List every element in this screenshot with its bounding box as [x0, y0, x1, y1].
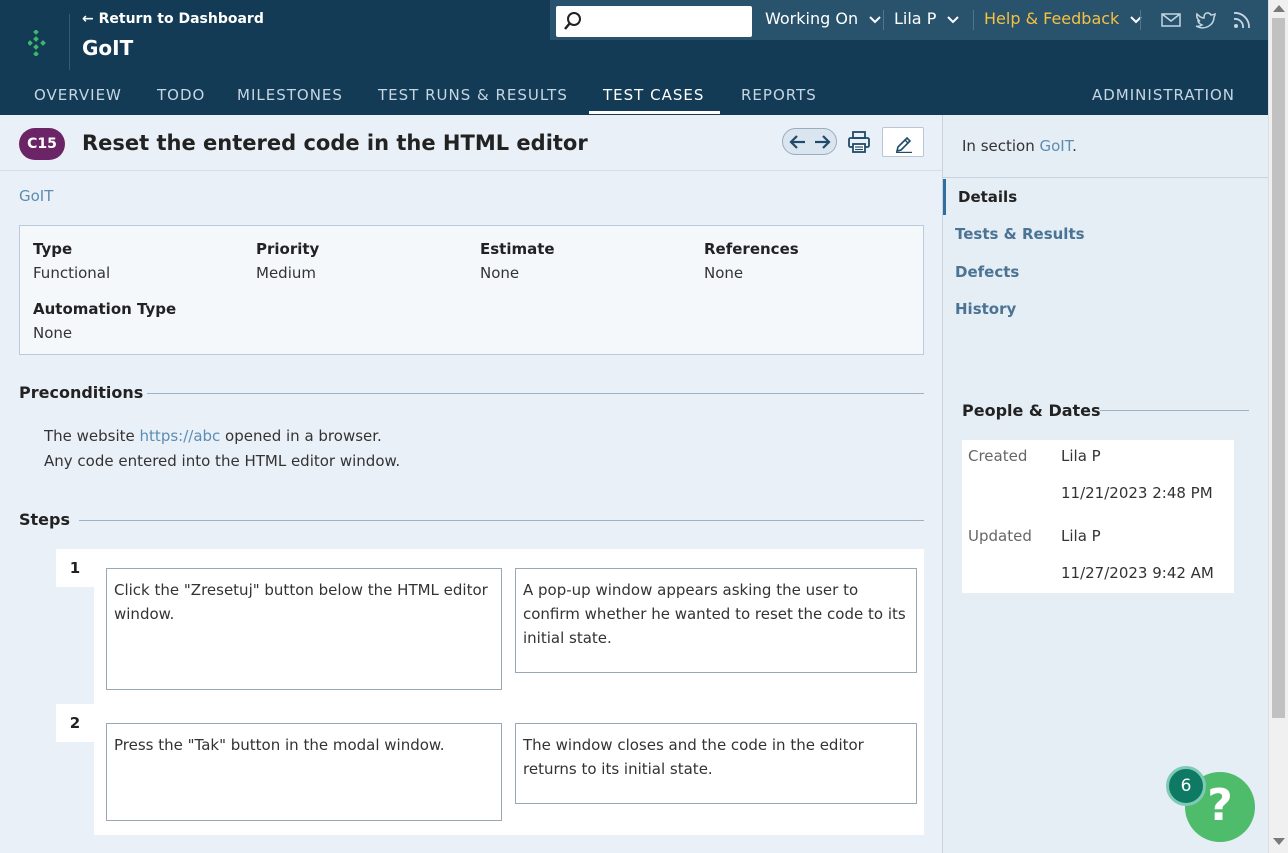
- active-item-indicator: [943, 179, 946, 215]
- search-input[interactable]: [586, 10, 746, 32]
- scroll-up-arrow-icon[interactable]: [1273, 5, 1285, 12]
- priority-label: Priority: [256, 240, 320, 258]
- people-dates-header: People & Dates: [962, 401, 1101, 420]
- main-content: C15 Reset the entered code in the HTML e…: [0, 115, 942, 853]
- type-value: Functional: [33, 264, 111, 282]
- in-section-suffix: .: [1072, 137, 1077, 155]
- preconditions-header: Preconditions: [19, 383, 144, 402]
- precondition-line: The website https://abc opened in a brow…: [44, 427, 382, 445]
- section-divider: [79, 520, 924, 521]
- automation-type-value: None: [33, 324, 73, 342]
- search-icon: [564, 12, 581, 30]
- in-section-text: In section GoIT.: [962, 137, 1077, 155]
- precondition-text: The website: [44, 427, 140, 445]
- notification-badge[interactable]: 6: [1166, 766, 1206, 806]
- twitter-icon[interactable]: [1195, 10, 1217, 30]
- tab-reports[interactable]: REPORTS: [741, 86, 817, 104]
- right-sidebar: In section GoIT. Details Tests & Results…: [942, 115, 1269, 853]
- edit-button[interactable]: [882, 127, 924, 157]
- sidebar-item-defects[interactable]: Defects: [955, 263, 1019, 281]
- section-divider: [1100, 410, 1249, 411]
- user-name: Lila P: [894, 9, 937, 28]
- active-tab-indicator: [589, 111, 720, 114]
- print-icon[interactable]: [847, 131, 871, 153]
- toolbar-divider: [1140, 10, 1141, 30]
- estimate-value: None: [480, 264, 520, 282]
- case-title-bar: C15 Reset the entered code in the HTML e…: [0, 115, 942, 171]
- logo-icon[interactable]: [28, 30, 50, 56]
- help-feedback-label: Help & Feedback: [984, 9, 1120, 28]
- pencil-icon: [895, 136, 912, 153]
- case-fields-panel: Type Functional Priority Medium Estimate…: [19, 225, 924, 355]
- sidebar-item-tests-results[interactable]: Tests & Results: [955, 225, 1085, 243]
- step-number: 1: [56, 549, 94, 587]
- case-title: Reset the entered code in the HTML edito…: [82, 131, 588, 155]
- priority-value: Medium: [256, 264, 316, 282]
- help-feedback-dropdown[interactable]: Help & Feedback: [984, 9, 1143, 28]
- page-scrollbar[interactable]: [1268, 0, 1288, 853]
- section-divider: [147, 393, 924, 394]
- type-label: Type: [33, 240, 73, 258]
- toolbar-divider: [883, 10, 884, 30]
- website-link[interactable]: https://abc: [140, 427, 221, 445]
- sidebar-item-details[interactable]: Details: [958, 188, 1017, 206]
- people-dates-panel: Created Lila P 11/21/2023 2:48 PM Update…: [962, 440, 1234, 593]
- tab-test-cases[interactable]: TEST CASES: [603, 86, 704, 104]
- chevron-down-icon: [869, 15, 881, 23]
- step-number: 2: [56, 704, 94, 742]
- case-id-badge: C15: [19, 128, 65, 160]
- created-on: 11/21/2023 2:48 PM: [1061, 484, 1213, 502]
- tab-overview[interactable]: OVERVIEW: [34, 86, 122, 104]
- scroll-thumb[interactable]: [1272, 18, 1285, 718]
- main-nav: OVERVIEW TODO MILESTONES TEST RUNS & RES…: [0, 78, 1268, 115]
- tab-milestones[interactable]: MILESTONES: [237, 86, 343, 104]
- step-expected-result: The window closes and the code in the ed…: [515, 723, 917, 804]
- automation-type-label: Automation Type: [33, 300, 177, 318]
- step-action: Click the "Zresetuj" button below the HT…: [106, 568, 502, 690]
- in-section-prefix: In section: [962, 137, 1040, 155]
- user-menu-dropdown[interactable]: Lila P: [894, 9, 960, 28]
- tab-todo[interactable]: TODO: [157, 86, 205, 104]
- step-expected-result: A pop-up window appears asking the user …: [515, 568, 917, 673]
- working-on-dropdown[interactable]: Working On: [765, 9, 881, 28]
- arrow-right-icon[interactable]: [813, 134, 831, 150]
- precondition-line: Any code entered into the HTML editor wi…: [44, 452, 401, 470]
- created-label: Created: [968, 447, 1028, 465]
- arrow-left-icon[interactable]: [789, 134, 807, 150]
- section-breadcrumb-link[interactable]: GoIT: [19, 187, 53, 205]
- sidebar-divider: [943, 177, 1269, 178]
- top-toolbar: Working On Lila P Help & Feedback: [550, 0, 1268, 40]
- top-header: ← Return to Dashboard GoIT Working On Li…: [0, 0, 1288, 115]
- tab-test-runs-results[interactable]: TEST RUNS & RESULTS: [378, 86, 568, 104]
- updated-label: Updated: [968, 527, 1032, 545]
- project-title: GoIT: [82, 36, 134, 60]
- mail-icon[interactable]: [1160, 10, 1182, 30]
- sidebar-item-history[interactable]: History: [955, 300, 1016, 318]
- steps-header: Steps: [19, 510, 70, 529]
- references-value: None: [704, 264, 744, 282]
- rss-icon[interactable]: [1231, 10, 1253, 30]
- header-divider: [69, 14, 70, 70]
- updated-by: Lila P: [1061, 527, 1101, 545]
- tab-administration[interactable]: ADMINISTRATION: [1092, 86, 1235, 104]
- created-by: Lila P: [1061, 447, 1101, 465]
- step-action: Press the "Tak" button in the modal wind…: [106, 723, 502, 821]
- toolbar-divider: [973, 10, 974, 30]
- scroll-down-arrow-icon[interactable]: [1273, 838, 1285, 845]
- case-navigation-buttons: [782, 128, 837, 155]
- search-box[interactable]: [556, 6, 752, 37]
- in-section-link[interactable]: GoIT: [1040, 137, 1073, 155]
- precondition-text: opened in a browser.: [220, 427, 382, 445]
- estimate-label: Estimate: [480, 240, 555, 258]
- return-to-dashboard-link[interactable]: ← Return to Dashboard: [82, 11, 264, 27]
- working-on-label: Working On: [765, 9, 859, 28]
- references-label: References: [704, 240, 799, 258]
- updated-on: 11/27/2023 9:42 AM: [1061, 564, 1214, 582]
- chevron-down-icon: [947, 15, 960, 23]
